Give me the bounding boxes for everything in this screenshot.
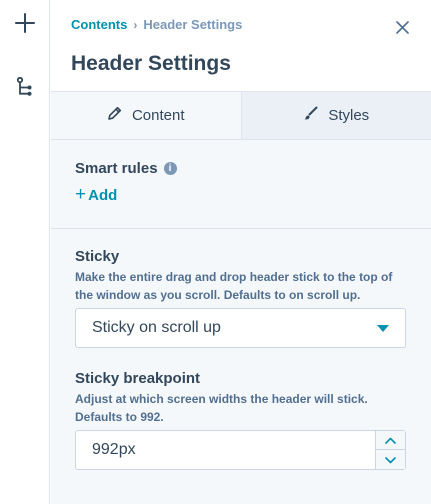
chevron-down-icon: [385, 451, 396, 469]
breadcrumb-current: Header Settings: [143, 17, 243, 32]
caret-down-icon: [377, 325, 389, 332]
sticky-select-value: Sticky on scroll up: [92, 319, 221, 336]
chevron-up-icon: [385, 431, 396, 449]
plus-icon: [15, 12, 35, 38]
breakpoint-stepper: [375, 431, 405, 469]
header-settings-panel: Contents › Header Settings Header Settin…: [51, 0, 431, 504]
tab-content[interactable]: Content: [51, 92, 241, 139]
breadcrumb-contents-link[interactable]: Contents: [71, 17, 127, 32]
sticky-breakpoint-input: [75, 430, 406, 470]
page-structure-button[interactable]: [8, 72, 42, 106]
add-smart-rule-button[interactable]: + Add: [75, 184, 118, 205]
sticky-label: Sticky: [75, 248, 120, 265]
add-element-button[interactable]: [8, 8, 42, 42]
sticky-breakpoint-label: Sticky breakpoint: [75, 370, 201, 387]
close-icon: [395, 21, 409, 39]
decrement-button[interactable]: [376, 450, 405, 469]
breadcrumb: Contents › Header Settings: [71, 17, 242, 32]
brush-icon: [303, 106, 318, 125]
tab-bar: Content Styles: [51, 91, 431, 140]
section-divider: [51, 228, 431, 229]
add-smart-rule-label: Add: [88, 187, 118, 204]
tab-styles[interactable]: Styles: [240, 92, 431, 139]
tab-content-label: Content: [131, 107, 185, 124]
info-icon[interactable]: i: [163, 162, 177, 175]
sticky-select[interactable]: Sticky on scroll up: [75, 308, 406, 348]
left-rail: [0, 0, 50, 504]
sticky-breakpoint-help-text: Adjust at which screen widths the header…: [75, 392, 368, 424]
sticky-help-text: Make the entire drag and drop header sti…: [75, 270, 393, 302]
add-plus-icon: +: [75, 184, 87, 205]
close-button[interactable]: [393, 21, 411, 39]
tree-structure-icon: [16, 76, 34, 102]
breadcrumb-separator: ›: [133, 17, 138, 32]
tab-styles-label: Styles: [328, 107, 370, 124]
increment-button[interactable]: [376, 431, 405, 450]
pencil-icon: [107, 106, 122, 125]
smart-rules-label: Smart rules i: [75, 160, 177, 177]
content-tab-body: Smart rules i + Add Sticky Make the enti…: [51, 140, 431, 504]
page-title: Header Settings: [71, 52, 231, 75]
panel-header: Contents › Header Settings Header Settin…: [51, 0, 431, 91]
sticky-breakpoint-field[interactable]: [92, 441, 362, 459]
smart-rules-label-text: Smart rules: [75, 160, 158, 177]
